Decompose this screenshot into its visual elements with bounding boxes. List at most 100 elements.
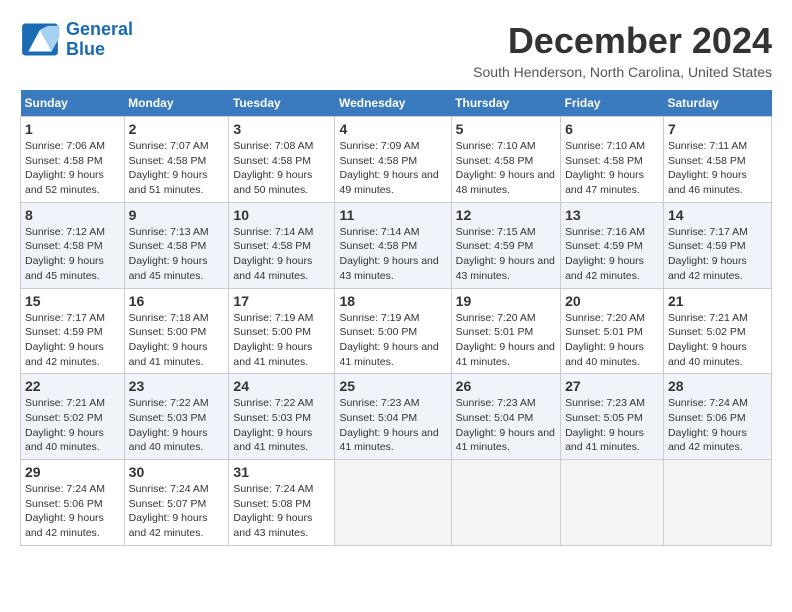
day-number: 28 <box>668 378 767 394</box>
logo: General Blue <box>20 20 133 60</box>
day-info: Sunrise: 7:08 AMSunset: 4:58 PMDaylight:… <box>233 139 330 198</box>
calendar-cell: 16 Sunrise: 7:18 AMSunset: 5:00 PMDayligh… <box>124 288 229 374</box>
day-info: Sunrise: 7:06 AMSunset: 4:58 PMDaylight:… <box>25 139 120 198</box>
calendar-cell <box>451 460 560 546</box>
header-friday: Friday <box>561 90 664 117</box>
day-number: 25 <box>339 378 446 394</box>
calendar-cell: 15 Sunrise: 7:17 AMSunset: 4:59 PMDayligh… <box>21 288 125 374</box>
day-info: Sunrise: 7:07 AMSunset: 4:58 PMDaylight:… <box>129 139 225 198</box>
calendar-cell: 30 Sunrise: 7:24 AMSunset: 5:07 PMDayligh… <box>124 460 229 546</box>
day-number: 14 <box>668 207 767 223</box>
day-info: Sunrise: 7:10 AMSunset: 4:58 PMDaylight:… <box>456 139 556 198</box>
calendar-cell: 7Sunrise: 7:11 AMSunset: 4:58 PMDaylight… <box>663 117 771 203</box>
header-tuesday: Tuesday <box>229 90 335 117</box>
day-number: 30 <box>129 464 225 480</box>
calendar-week-4: 22 Sunrise: 7:21 AMSunset: 5:02 PMDayligh… <box>21 374 772 460</box>
day-number: 27 <box>565 378 659 394</box>
day-info: Sunrise: 7:15 AMSunset: 4:59 PMDaylight:… <box>456 225 556 284</box>
calendar-cell: 1 Sunrise: 7:06 AMSunset: 4:58 PMDaylight… <box>21 117 125 203</box>
day-number: 29 <box>25 464 120 480</box>
logo-text: General Blue <box>66 20 133 60</box>
calendar-cell: 12Sunrise: 7:15 AMSunset: 4:59 PMDayligh… <box>451 202 560 288</box>
day-info: Sunrise: 7:24 AMSunset: 5:06 PMDaylight:… <box>25 482 120 541</box>
header-row: SundayMondayTuesdayWednesdayThursdayFrid… <box>21 90 772 117</box>
day-number: 26 <box>456 378 556 394</box>
day-number: 6 <box>565 121 659 137</box>
day-info: Sunrise: 7:12 AMSunset: 4:58 PMDaylight:… <box>25 225 120 284</box>
calendar-cell: 14 Sunrise: 7:17 AMSunset: 4:59 PMDayligh… <box>663 202 771 288</box>
day-number: 23 <box>129 378 225 394</box>
day-info: Sunrise: 7:18 AMSunset: 5:00 PMDaylight:… <box>129 311 225 370</box>
day-info: Sunrise: 7:23 AMSunset: 5:04 PMDaylight:… <box>339 396 446 455</box>
day-info: Sunrise: 7:23 AMSunset: 5:04 PMDaylight:… <box>456 396 556 455</box>
title-section: December 2024 South Henderson, North Car… <box>473 20 772 80</box>
calendar-cell: 21 Sunrise: 7:21 AMSunset: 5:02 PMDayligh… <box>663 288 771 374</box>
day-info: Sunrise: 7:20 AMSunset: 5:01 PMDaylight:… <box>456 311 556 370</box>
calendar-cell: 2 Sunrise: 7:07 AMSunset: 4:58 PMDaylight… <box>124 117 229 203</box>
day-info: Sunrise: 7:24 AMSunset: 5:06 PMDaylight:… <box>668 396 767 455</box>
day-number: 16 <box>129 293 225 309</box>
day-info: Sunrise: 7:09 AMSunset: 4:58 PMDaylight:… <box>339 139 446 198</box>
calendar-cell <box>663 460 771 546</box>
calendar-cell: 5 Sunrise: 7:10 AMSunset: 4:58 PMDaylight… <box>451 117 560 203</box>
day-number: 21 <box>668 293 767 309</box>
calendar-cell: 8Sunrise: 7:12 AMSunset: 4:58 PMDaylight… <box>21 202 125 288</box>
day-number: 17 <box>233 293 330 309</box>
calendar-cell: 22 Sunrise: 7:21 AMSunset: 5:02 PMDayligh… <box>21 374 125 460</box>
day-info: Sunrise: 7:17 AMSunset: 4:59 PMDaylight:… <box>25 311 120 370</box>
day-number: 10 <box>233 207 330 223</box>
calendar-cell: 19Sunrise: 7:20 AMSunset: 5:01 PMDayligh… <box>451 288 560 374</box>
day-number: 3 <box>233 121 330 137</box>
day-number: 20 <box>565 293 659 309</box>
calendar-week-3: 15 Sunrise: 7:17 AMSunset: 4:59 PMDayligh… <box>21 288 772 374</box>
day-number: 18 <box>339 293 446 309</box>
calendar-cell <box>335 460 451 546</box>
calendar-cell: 28 Sunrise: 7:24 AMSunset: 5:06 PMDayligh… <box>663 374 771 460</box>
day-number: 9 <box>129 207 225 223</box>
calendar-cell: 29 Sunrise: 7:24 AMSunset: 5:06 PMDayligh… <box>21 460 125 546</box>
day-number: 22 <box>25 378 120 394</box>
day-info: Sunrise: 7:21 AMSunset: 5:02 PMDaylight:… <box>25 396 120 455</box>
day-info: Sunrise: 7:11 AMSunset: 4:58 PMDaylight:… <box>668 139 767 198</box>
day-number: 1 <box>25 121 120 137</box>
header-wednesday: Wednesday <box>335 90 451 117</box>
day-info: Sunrise: 7:17 AMSunset: 4:59 PMDaylight:… <box>668 225 767 284</box>
calendar-cell: 31Sunrise: 7:24 AMSunset: 5:08 PMDayligh… <box>229 460 335 546</box>
logo-icon <box>20 22 60 57</box>
calendar-cell: 17 Sunrise: 7:19 AMSunset: 5:00 PMDayligh… <box>229 288 335 374</box>
month-title: December 2024 <box>473 20 772 62</box>
calendar-cell: 20Sunrise: 7:20 AMSunset: 5:01 PMDayligh… <box>561 288 664 374</box>
day-info: Sunrise: 7:19 AMSunset: 5:00 PMDaylight:… <box>339 311 446 370</box>
day-info: Sunrise: 7:19 AMSunset: 5:00 PMDaylight:… <box>233 311 330 370</box>
day-number: 5 <box>456 121 556 137</box>
calendar-cell: 27Sunrise: 7:23 AMSunset: 5:05 PMDayligh… <box>561 374 664 460</box>
day-info: Sunrise: 7:24 AMSunset: 5:07 PMDaylight:… <box>129 482 225 541</box>
day-info: Sunrise: 7:16 AMSunset: 4:59 PMDaylight:… <box>565 225 659 284</box>
calendar-cell: 13 Sunrise: 7:16 AMSunset: 4:59 PMDayligh… <box>561 202 664 288</box>
header-monday: Monday <box>124 90 229 117</box>
calendar-cell: 9Sunrise: 7:13 AMSunset: 4:58 PMDaylight… <box>124 202 229 288</box>
calendar-cell <box>561 460 664 546</box>
day-info: Sunrise: 7:14 AMSunset: 4:58 PMDaylight:… <box>233 225 330 284</box>
calendar-cell: 3 Sunrise: 7:08 AMSunset: 4:58 PMDaylight… <box>229 117 335 203</box>
day-number: 31 <box>233 464 330 480</box>
day-info: Sunrise: 7:21 AMSunset: 5:02 PMDaylight:… <box>668 311 767 370</box>
day-info: Sunrise: 7:10 AMSunset: 4:58 PMDaylight:… <box>565 139 659 198</box>
calendar-cell: 10 Sunrise: 7:14 AMSunset: 4:58 PMDayligh… <box>229 202 335 288</box>
calendar-cell: 6 Sunrise: 7:10 AMSunset: 4:58 PMDaylight… <box>561 117 664 203</box>
calendar-cell: 18 Sunrise: 7:19 AMSunset: 5:00 PMDayligh… <box>335 288 451 374</box>
day-info: Sunrise: 7:14 AMSunset: 4:58 PMDaylight:… <box>339 225 446 284</box>
calendar-week-1: 1 Sunrise: 7:06 AMSunset: 4:58 PMDaylight… <box>21 117 772 203</box>
calendar-table: SundayMondayTuesdayWednesdayThursdayFrid… <box>20 90 772 546</box>
day-number: 13 <box>565 207 659 223</box>
calendar-cell: 23 Sunrise: 7:22 AMSunset: 5:03 PMDayligh… <box>124 374 229 460</box>
calendar-week-5: 29 Sunrise: 7:24 AMSunset: 5:06 PMDayligh… <box>21 460 772 546</box>
day-number: 24 <box>233 378 330 394</box>
day-number: 15 <box>25 293 120 309</box>
day-info: Sunrise: 7:22 AMSunset: 5:03 PMDaylight:… <box>129 396 225 455</box>
calendar-cell: 24Sunrise: 7:22 AMSunset: 5:03 PMDayligh… <box>229 374 335 460</box>
calendar-cell: 26 Sunrise: 7:23 AMSunset: 5:04 PMDayligh… <box>451 374 560 460</box>
day-number: 2 <box>129 121 225 137</box>
header-sunday: Sunday <box>21 90 125 117</box>
header-saturday: Saturday <box>663 90 771 117</box>
